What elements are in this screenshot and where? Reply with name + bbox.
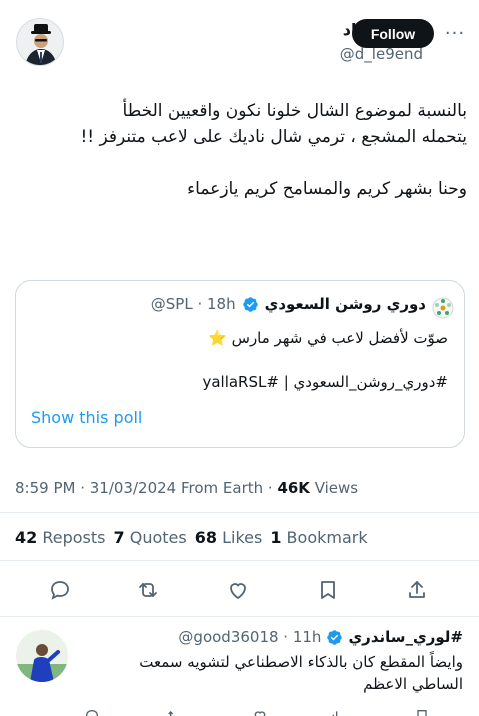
show-poll-link[interactable]: Show this poll: [31, 408, 142, 427]
repost-icon[interactable]: [136, 578, 160, 602]
tweet-meta: 8:59 PM · 31/03/2024 From Earth · 46K Vi…: [15, 479, 358, 497]
share-icon[interactable]: [405, 578, 429, 602]
reply-text-line: الساطي الاعظم: [363, 675, 463, 693]
more-options-icon[interactable]: ···: [441, 22, 469, 44]
reply-header: #لوري_ساندري @good36018 · 11h: [178, 628, 463, 646]
bookmark-icon[interactable]: [414, 708, 430, 716]
tweet-text-line: يتحمله المشجع ، ترمي شال ناديك على لاعب …: [80, 127, 467, 147]
quotes-stat[interactable]: 7 Quotes: [114, 528, 187, 547]
reply-text-line: وايضاً المقطع كان بالذكاء الاصطناعي لتشو…: [139, 653, 463, 671]
views-count: 46K: [277, 479, 310, 497]
reply-icon[interactable]: [84, 708, 100, 716]
reply-text: وايضاً المقطع كان بالذكاء الاصطناعي لتشو…: [83, 651, 463, 695]
like-icon[interactable]: [252, 708, 268, 716]
quoted-tweet-header: دوري روشن السعودي @SPL · 18h: [151, 295, 426, 313]
reply-author-name[interactable]: #لوري_ساندري: [348, 628, 463, 646]
views-label: Views: [309, 479, 359, 497]
repost-icon[interactable]: [166, 708, 182, 716]
quoted-author-handle: @SPL · 18h: [150, 295, 236, 313]
likes-stat[interactable]: 68 Likes: [195, 528, 263, 547]
quoted-tweet-card[interactable]: دوري روشن السعودي @SPL · 18h صوّت لأفضل …: [15, 280, 465, 448]
divider: [0, 616, 479, 617]
reply-author-handle: @good36018 · 11h: [178, 628, 322, 646]
tweet-text: بالنسبة لموضوع الشال خلونا نكون واقعيين …: [12, 98, 467, 202]
quoted-tweet-hashtags[interactable]: #دوري_روشن_السعودي | #yallaRSL: [202, 373, 448, 391]
reply-author-avatar[interactable]: [16, 630, 68, 682]
quoted-tweet-text: صوّت لأفضل لاعب في شهر مارس ⭐: [208, 329, 448, 347]
bookmarks-stat[interactable]: 1 Bookmark: [270, 528, 367, 547]
reply-icon[interactable]: [48, 578, 72, 602]
bookmark-icon[interactable]: [316, 578, 340, 602]
quoted-author-name[interactable]: دوري روشن السعودي: [265, 295, 426, 313]
verified-badge-icon: [242, 296, 258, 312]
verified-badge-icon: [327, 629, 343, 645]
divider: [0, 560, 479, 561]
divider: [0, 512, 479, 513]
tweet-timestamp[interactable]: 8:59 PM · 31/03/2024 From Earth ·: [15, 479, 277, 497]
author-avatar[interactable]: [16, 18, 64, 66]
tweet-text-line: بالنسبة لموضوع الشال خلونا نكون واقعيين …: [122, 101, 467, 121]
like-icon[interactable]: [226, 578, 250, 602]
engagement-stats: 42 Reposts 7 Quotes 68 Likes 1 Bookmark: [15, 528, 368, 547]
tweet-text-line: وحنا بشهر كريم والمسامح كريم يازعماء: [187, 179, 467, 199]
spl-logo-icon: [432, 297, 454, 319]
follow-button[interactable]: Follow: [352, 19, 434, 48]
views-icon[interactable]: [330, 708, 346, 716]
reposts-stat[interactable]: 42 Reposts: [15, 528, 106, 547]
